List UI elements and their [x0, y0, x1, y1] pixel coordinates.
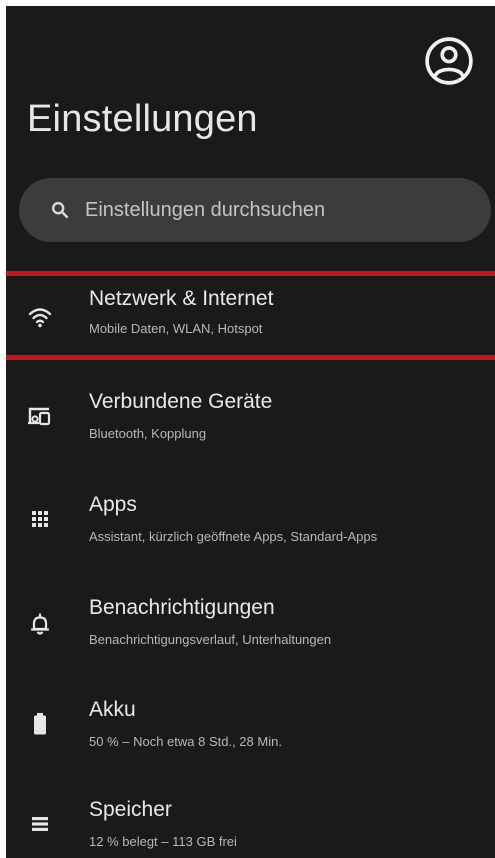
apps-grid-icon: [26, 505, 54, 533]
settings-item-title: Verbundene Geräte: [89, 390, 273, 413]
settings-item-notifications[interactable]: Benachrichtigungen Benachrichtigungsverl…: [6, 596, 495, 666]
devices-icon: [26, 402, 54, 430]
settings-item-subtitle: Assistant, kürzlich geöffnete Apps, Stan…: [89, 529, 378, 544]
settings-item-subtitle: 50 % – Noch etwa 8 Std., 28 Min.: [89, 734, 282, 749]
settings-item-subtitle: 12 % belegt – 113 GB frei: [89, 834, 237, 849]
highlight-line-top: [6, 271, 495, 276]
settings-item-battery[interactable]: Akku 50 % – Noch etwa 8 Std., 28 Min.: [6, 698, 495, 768]
bell-icon: [26, 610, 54, 638]
settings-item-subtitle: Benachrichtigungsverlauf, Unterhaltungen: [89, 632, 332, 647]
settings-item-subtitle: Bluetooth, Kopplung: [89, 426, 207, 441]
settings-search-bar[interactable]: Einstellungen durchsuchen: [19, 178, 491, 242]
settings-item-title: Akku: [89, 698, 136, 721]
storage-icon: [26, 810, 54, 838]
settings-item-title: Apps: [89, 493, 137, 516]
account-circle-icon: [425, 37, 473, 85]
settings-item-title: Speicher: [89, 798, 172, 821]
settings-item-storage[interactable]: Speicher 12 % belegt – 113 GB frei: [6, 798, 495, 858]
highlight-line-bottom: [6, 355, 495, 360]
settings-screen: Einstellungen Einstellungen durchsuchen …: [6, 6, 495, 858]
account-avatar-button[interactable]: [424, 36, 474, 86]
settings-item-apps[interactable]: Apps Assistant, kürzlich geöffnete Apps,…: [6, 493, 495, 563]
battery-icon: [26, 710, 54, 738]
search-placeholder: Einstellungen durchsuchen: [85, 198, 326, 221]
settings-item-title: Benachrichtigungen: [89, 596, 275, 619]
settings-item-subtitle: Mobile Daten, WLAN, Hotspot: [89, 321, 263, 336]
settings-item-network[interactable]: Netzwerk & Internet Mobile Daten, WLAN, …: [6, 285, 495, 355]
wifi-icon: [26, 303, 54, 331]
search-icon: [51, 201, 69, 219]
settings-item-connected-devices[interactable]: Verbundene Geräte Bluetooth, Kopplung: [6, 390, 495, 460]
page-title: Einstellungen: [27, 98, 258, 140]
settings-item-title: Netzwerk & Internet: [89, 287, 274, 310]
